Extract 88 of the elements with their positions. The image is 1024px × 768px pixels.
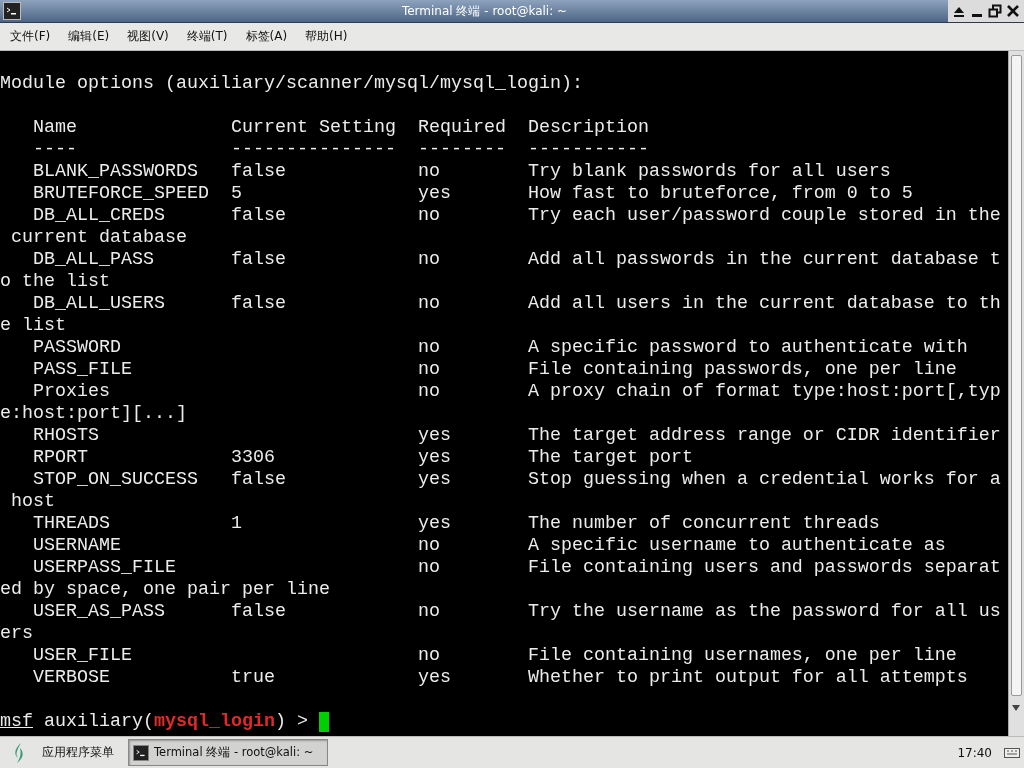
option-required: yes [417,447,452,469]
module-heading: Module options (auxiliary/scanner/mysql/mysql_login): [0,73,583,95]
option-required: no [417,601,441,623]
menu-item[interactable]: 标签(A) [235,26,296,47]
option-name: DB_ALL_PASS [33,249,155,271]
option-name: RHOSTS [33,425,100,447]
column-header: Name [33,117,78,139]
option-required: no [417,645,441,667]
header-rule: --------------- [230,139,397,161]
option-required: yes [417,513,452,535]
option-setting: false [230,205,286,226]
option-required: yes [417,469,452,491]
menu-item[interactable]: 视图(V) [117,26,177,47]
option-name: DB_ALL_USERS [33,293,166,315]
option-required: no [417,293,441,315]
option-description: e list [0,315,66,337]
option-description: A specific username to authenticate as [527,535,946,557]
option-description: The number of concurrent threads [527,513,880,535]
option-name: Proxies [33,381,111,403]
option-description: The target address range or CIDR identifier [527,425,1001,447]
menu-item[interactable]: 帮助(H) [295,26,356,47]
option-required: no [417,381,441,403]
option-setting: 1 [230,513,242,534]
option-description: ed by space, one pair per line [0,579,330,601]
option-description: o the list [0,271,110,293]
option-description: A proxy chain of format type:host:port[,typ [527,381,1001,403]
option-description: The target port [527,447,693,469]
clock[interactable]: 17:40 [957,745,992,760]
option-description: Whether to print output for all attempts [527,667,968,689]
option-setting: 5 [230,183,242,204]
app-menu-button[interactable]: 应用程序菜单 [36,740,120,765]
option-required: yes [417,425,452,447]
header-rule: ---- [33,139,78,161]
option-name: RPORT [33,447,89,469]
option-name: VERBOSE [33,667,111,689]
option-name: THREADS [33,513,111,535]
taskbar-button[interactable]: Terminal 终端 - root@kali: ~ [128,739,328,766]
option-description: File containing usernames, one per line [527,645,957,667]
menu-item[interactable]: 终端(T) [176,26,236,47]
column-header: Description [527,117,649,139]
option-required: yes [417,667,452,689]
option-description: ers [0,623,33,645]
option-description: Try the username as the password for all us [527,601,1001,623]
option-required: yes [417,183,452,205]
option-description: current database [10,227,187,249]
option-required: no [417,249,441,271]
option-setting: false [230,469,286,490]
option-name: PASS_FILE [33,359,133,381]
option-description: Add all passwords in the current database t [527,249,1001,271]
header-rule: ----------- [527,139,649,161]
menu-item[interactable]: 文件(F) [0,26,59,47]
option-description: Try each user/password couple stored in the [527,205,1001,227]
option-name: STOP_ON_SUCCESS [33,469,199,491]
option-setting: 3306 [230,447,275,468]
option-description: A specific password to authenticate with [527,337,968,359]
option-setting: false [230,293,286,314]
option-required: no [417,205,441,227]
option-description: e:host:port][...] [0,403,187,425]
option-description: Add all users in the current database to th [527,293,1001,315]
option-setting: true [230,667,275,688]
command-prompt: msf auxiliary(mysql_login) > [0,711,309,733]
option-name: USERPASS_FILE [33,557,177,579]
option-name: BRUTEFORCE_SPEED [33,183,210,205]
header-rule: -------- [417,139,507,161]
option-required: no [417,161,441,183]
option-description: How fast to bruteforce, from 0 to 5 [527,183,913,205]
option-name: BLANK_PASSWORDS [33,161,199,183]
option-description: File containing passwords, one per line [527,359,957,381]
option-setting: false [230,601,286,622]
option-name: DB_ALL_CREDS [33,205,166,227]
option-name: USER_AS_PASS [33,601,166,623]
option-required: no [417,359,441,381]
column-header: Required [417,117,507,139]
option-name: USER_FILE [33,645,133,667]
option-required: no [417,557,441,579]
option-description: File containing users and passwords separat [527,557,1001,579]
option-description: Try blank passwords for all users [527,161,891,183]
option-setting: false [230,249,286,270]
option-setting: false [230,161,286,182]
option-name: PASSWORD [33,337,122,359]
option-description: Stop guessing when a credential works for a [527,469,1001,491]
menu-item[interactable]: 编辑(E) [58,26,118,47]
column-header: Current Setting [230,117,397,139]
option-required: no [417,337,441,359]
option-required: no [417,535,441,557]
option-name: USERNAME [33,535,122,557]
option-description: host [10,491,55,513]
window-title: Terminal 终端 - root@kali: ~ [400,2,569,20]
